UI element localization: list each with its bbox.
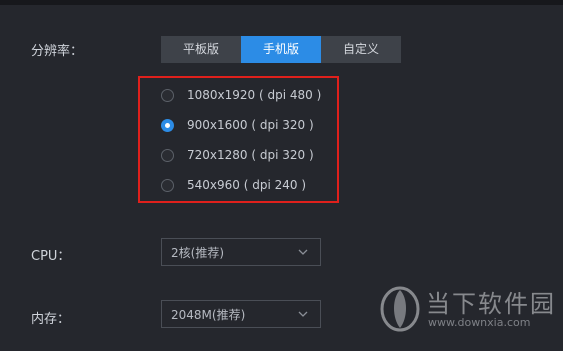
chevron-down-icon xyxy=(298,249,308,255)
radio-button[interactable] xyxy=(161,88,174,102)
cpu-select-value: 2核(推荐) xyxy=(171,245,224,260)
memory-select-value: 2048M(推荐) xyxy=(171,307,246,322)
tab-tablet[interactable]: 平板版 xyxy=(161,36,241,63)
window-top-bar xyxy=(0,0,563,5)
radio-button-checked[interactable] xyxy=(161,118,174,132)
watermark: 当下软件园 www.downxia.com xyxy=(378,282,556,334)
tab-phone[interactable]: 手机版 xyxy=(241,36,321,63)
resolution-option-1080x1920[interactable]: 1080x1920 ( dpi 480 ) xyxy=(161,87,321,103)
chevron-down-icon xyxy=(298,311,308,317)
memory-select[interactable]: 2048M(推荐) xyxy=(161,300,321,328)
resolution-option-label: 1080x1920 ( dpi 480 ) xyxy=(187,88,322,102)
watermark-name: 当下软件园 xyxy=(426,290,556,318)
tab-custom[interactable]: 自定义 xyxy=(321,36,401,63)
cpu-label: CPU： xyxy=(31,249,71,264)
resolution-option-label: 720x1280 ( dpi 320 ) xyxy=(187,148,314,162)
resolution-option-540x960[interactable]: 540x960 ( dpi 240 ) xyxy=(161,177,306,193)
downxia-logo-icon xyxy=(380,286,420,332)
resolution-label: 分辨率： xyxy=(31,44,84,59)
radio-button[interactable] xyxy=(161,148,174,162)
device-type-segmented-control: 平板版 手机版 自定义 xyxy=(161,36,401,63)
resolution-option-720x1280[interactable]: 720x1280 ( dpi 320 ) xyxy=(161,147,314,163)
resolution-option-label: 900x1600 ( dpi 320 ) xyxy=(187,118,314,132)
resolution-option-900x1600[interactable]: 900x1600 ( dpi 320 ) xyxy=(161,117,314,133)
radio-button[interactable] xyxy=(161,178,174,192)
watermark-url: www.downxia.com xyxy=(428,316,531,329)
memory-label: 内存： xyxy=(31,312,71,327)
cpu-select[interactable]: 2核(推荐) xyxy=(161,238,321,266)
resolution-option-label: 540x960 ( dpi 240 ) xyxy=(187,178,307,192)
